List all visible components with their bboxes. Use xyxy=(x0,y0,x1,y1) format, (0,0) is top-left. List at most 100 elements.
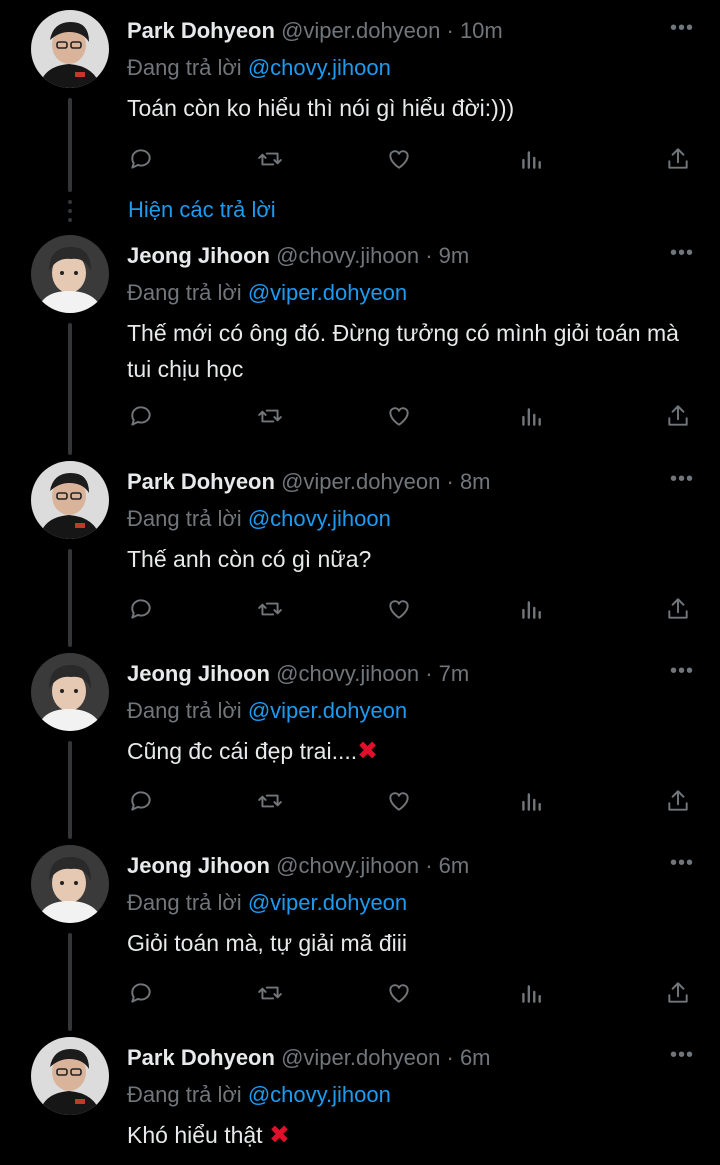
handle-time: @chovy.jihoon · 6m xyxy=(276,853,470,878)
replying-to: Đang trả lời @viper.dohyeon xyxy=(127,696,407,726)
replying-to: Đang trả lời @chovy.jihoon xyxy=(127,53,391,83)
tweet-text-content: Giỏi toán mà, tự giải mã điii xyxy=(127,930,408,956)
tweet-header: Jeong Jihoon @chovy.jihoon · 7m xyxy=(127,659,469,689)
more-icon[interactable]: ••• xyxy=(670,17,694,40)
tweet-text: Cũng đc cái đẹp trai....✖ xyxy=(127,733,687,769)
tweet-text: Thế anh còn có gì nữa? xyxy=(127,541,687,577)
heart-icon[interactable] xyxy=(382,142,416,176)
show-replies-link[interactable]: Hiện các trả lời xyxy=(128,196,276,224)
reply-icon[interactable] xyxy=(124,142,158,176)
display-name[interactable]: Jeong Jihoon xyxy=(127,243,270,268)
action-bar xyxy=(0,142,720,176)
action-bar xyxy=(0,592,720,626)
views-icon[interactable] xyxy=(514,784,548,818)
share-icon[interactable] xyxy=(661,142,695,176)
more-icon[interactable]: ••• xyxy=(670,852,694,875)
avatar[interactable] xyxy=(31,235,109,313)
tweet-text-content: Thế mới có ông đó. Đừng tưởng có mình gi… xyxy=(127,320,679,382)
views-icon[interactable] xyxy=(514,399,548,433)
heart-icon[interactable] xyxy=(382,784,416,818)
tweet[interactable]: Jeong Jihoon @chovy.jihoon · 6m ••• Đang… xyxy=(0,835,720,1031)
tweet-header: Jeong Jihoon @chovy.jihoon · 6m xyxy=(127,851,469,881)
tweet[interactable]: Park Dohyeon @viper.dohyeon · 6m ••• Đan… xyxy=(0,1027,720,1165)
replying-to: Đang trả lời @chovy.jihoon xyxy=(127,1080,391,1110)
avatar[interactable] xyxy=(31,1037,109,1115)
cross-mark-emoji: ✖ xyxy=(268,1121,290,1149)
replying-label: Đang trả lời xyxy=(127,698,242,723)
handle-time: @viper.dohyeon · 10m xyxy=(281,18,503,43)
display-name[interactable]: Park Dohyeon xyxy=(127,1045,275,1070)
display-name[interactable]: Jeong Jihoon xyxy=(127,661,270,686)
display-name[interactable]: Park Dohyeon xyxy=(127,18,275,43)
handle-time: @chovy.jihoon · 9m xyxy=(276,243,470,268)
display-name[interactable]: Jeong Jihoon xyxy=(127,853,270,878)
mention-link[interactable]: @chovy.jihoon xyxy=(248,506,391,531)
replying-to: Đang trả lời @viper.dohyeon xyxy=(127,278,407,308)
avatar[interactable] xyxy=(31,10,109,88)
tweet-text: Khó hiểu thật ✖ xyxy=(127,1117,687,1153)
reply-icon[interactable] xyxy=(124,592,158,626)
tweet-text: Toán còn ko hiểu thì nói gì hiểu đời:))) xyxy=(127,90,687,126)
replying-label: Đang trả lời xyxy=(127,280,242,305)
replying-to: Đang trả lời @chovy.jihoon xyxy=(127,504,391,534)
avatar[interactable] xyxy=(31,653,109,731)
action-bar xyxy=(0,399,720,433)
tweet[interactable]: Jeong Jihoon @chovy.jihoon · 7m ••• Đang… xyxy=(0,643,720,839)
avatar-image xyxy=(31,461,109,539)
tweet[interactable]: Jeong Jihoon @chovy.jihoon · 9m ••• Đang… xyxy=(0,225,720,455)
retweet-icon[interactable] xyxy=(253,592,287,626)
avatar-image xyxy=(31,235,109,313)
tweet-text-content: Khó hiểu thật xyxy=(127,1122,269,1148)
mention-link[interactable]: @chovy.jihoon xyxy=(248,1082,391,1107)
tweet[interactable]: Park Dohyeon @viper.dohyeon · 8m ••• Đan… xyxy=(0,451,720,647)
share-icon[interactable] xyxy=(661,976,695,1010)
tweet-text-content: Thế anh còn có gì nữa? xyxy=(127,546,372,572)
replying-to: Đang trả lời @viper.dohyeon xyxy=(127,888,407,918)
heart-icon[interactable] xyxy=(382,592,416,626)
retweet-icon[interactable] xyxy=(253,784,287,818)
mention-link[interactable]: @viper.dohyeon xyxy=(248,890,407,915)
reply-thread: Park Dohyeon @viper.dohyeon · 10m ••• Đa… xyxy=(0,0,720,1165)
heart-icon[interactable] xyxy=(382,976,416,1010)
avatar[interactable] xyxy=(31,845,109,923)
replying-label: Đang trả lời xyxy=(127,1082,242,1107)
avatar-image xyxy=(31,1037,109,1115)
tweet[interactable]: Park Dohyeon @viper.dohyeon · 10m ••• Đa… xyxy=(0,0,720,230)
retweet-icon[interactable] xyxy=(253,142,287,176)
mention-link[interactable]: @chovy.jihoon xyxy=(248,55,391,80)
cross-mark-emoji: ✖ xyxy=(357,737,379,765)
more-icon[interactable]: ••• xyxy=(670,1044,694,1067)
retweet-icon[interactable] xyxy=(253,399,287,433)
tweet-text: Giỏi toán mà, tự giải mã điii xyxy=(127,925,687,961)
avatar-image xyxy=(31,845,109,923)
more-icon[interactable]: ••• xyxy=(670,242,694,265)
replying-label: Đang trả lời xyxy=(127,890,242,915)
views-icon[interactable] xyxy=(514,142,548,176)
reply-icon[interactable] xyxy=(124,784,158,818)
display-name[interactable]: Park Dohyeon xyxy=(127,469,275,494)
handle-time: @chovy.jihoon · 7m xyxy=(276,661,470,686)
reply-icon[interactable] xyxy=(124,399,158,433)
tweet-text-content: Toán còn ko hiểu thì nói gì hiểu đời:))) xyxy=(127,95,515,121)
replying-label: Đang trả lời xyxy=(127,55,242,80)
views-icon[interactable] xyxy=(514,976,548,1010)
reply-icon[interactable] xyxy=(124,976,158,1010)
tweet-header: Park Dohyeon @viper.dohyeon · 6m xyxy=(127,1043,491,1073)
action-bar xyxy=(0,976,720,1010)
tweet-header: Jeong Jihoon @chovy.jihoon · 9m xyxy=(127,241,469,271)
retweet-icon[interactable] xyxy=(253,976,287,1010)
mention-link[interactable]: @viper.dohyeon xyxy=(248,698,407,723)
share-icon[interactable] xyxy=(661,399,695,433)
more-icon[interactable]: ••• xyxy=(670,660,694,683)
mention-link[interactable]: @viper.dohyeon xyxy=(248,280,407,305)
heart-icon[interactable] xyxy=(382,399,416,433)
avatar[interactable] xyxy=(31,461,109,539)
more-icon[interactable]: ••• xyxy=(670,468,694,491)
handle-time: @viper.dohyeon · 8m xyxy=(281,469,491,494)
views-icon[interactable] xyxy=(514,592,548,626)
share-icon[interactable] xyxy=(661,592,695,626)
avatar-image xyxy=(31,10,109,88)
tweet-header: Park Dohyeon @viper.dohyeon · 8m xyxy=(127,467,491,497)
share-icon[interactable] xyxy=(661,784,695,818)
tweet-text: Thế mới có ông đó. Đừng tưởng có mình gi… xyxy=(127,315,687,387)
